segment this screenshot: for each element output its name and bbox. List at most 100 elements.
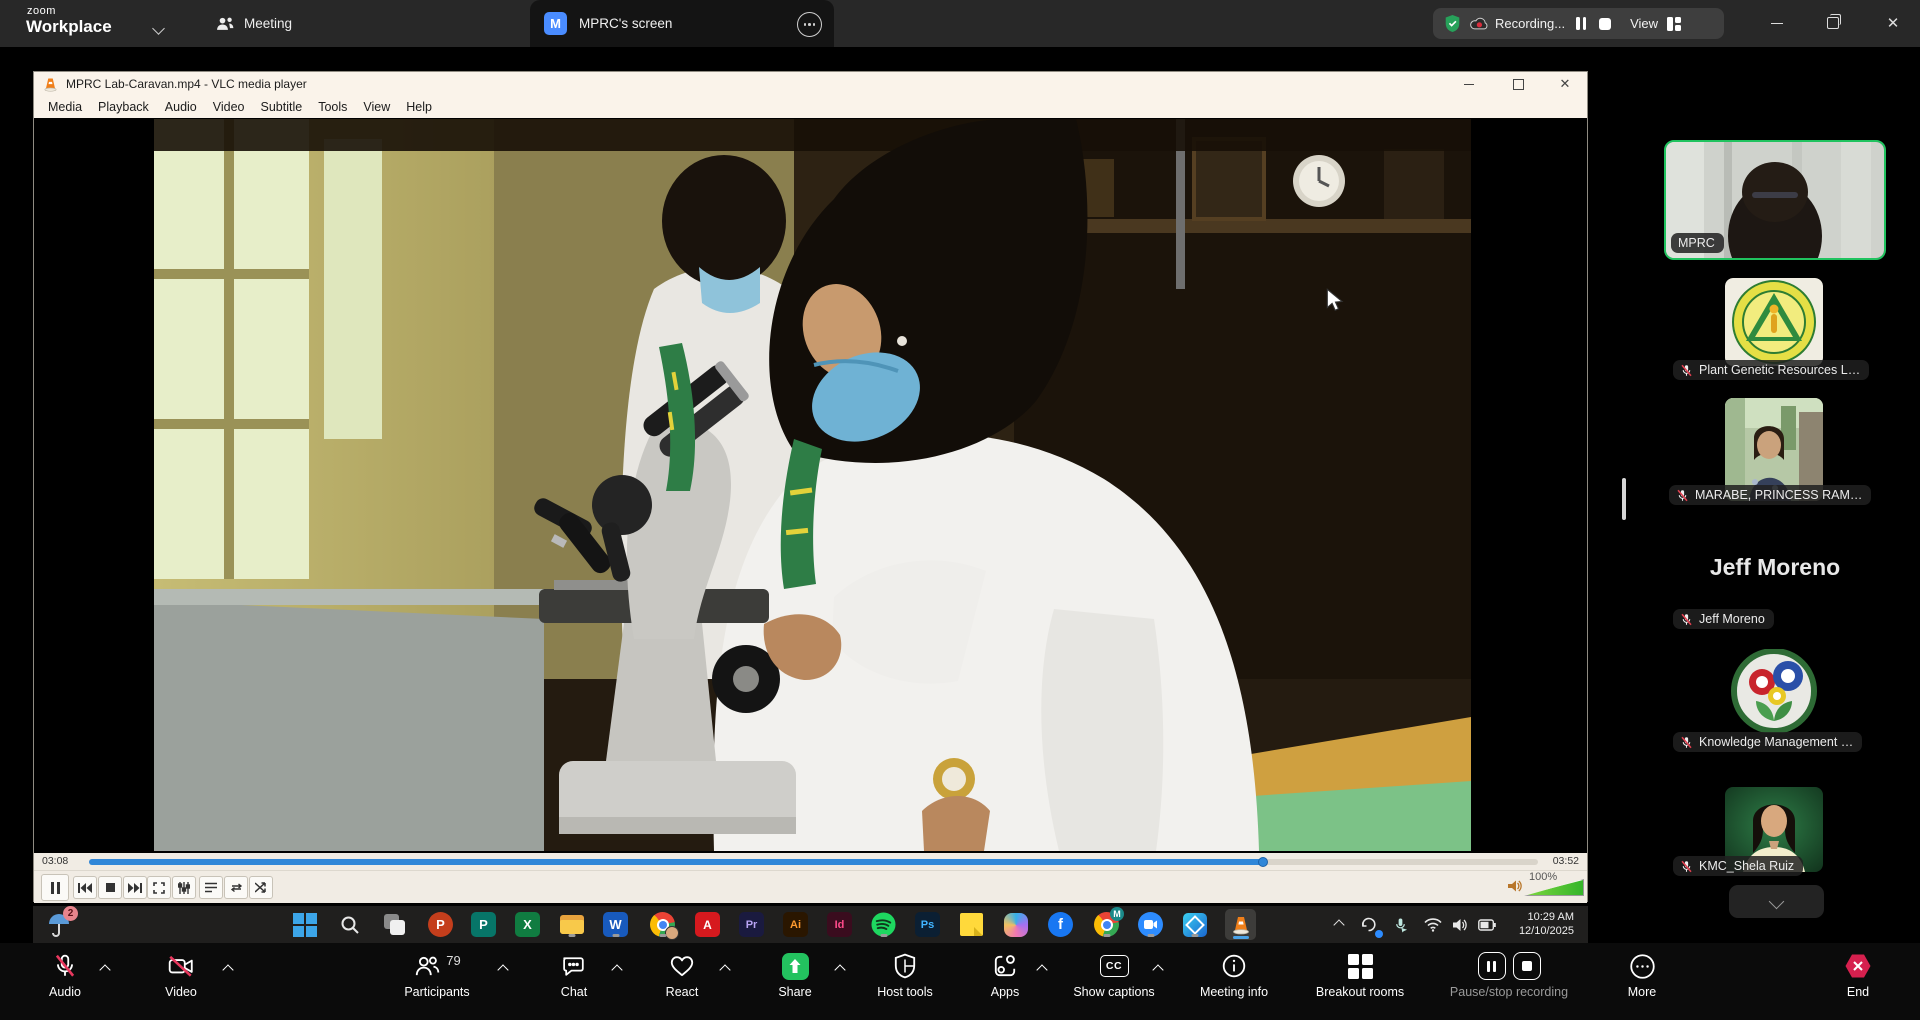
spotify-icon[interactable] [870, 911, 897, 938]
mouse-cursor [1325, 288, 1345, 312]
workspace-menu-chevron[interactable] [154, 20, 163, 38]
video-options-chevron[interactable] [221, 963, 235, 977]
tab-meeting[interactable]: Meeting [205, 0, 302, 47]
task-view-icon[interactable] [381, 911, 408, 938]
vlc-title-bar[interactable]: MPRC Lab-Caravan.mp4 - VLC media player … [34, 72, 1587, 96]
recording-pause-button[interactable] [1576, 17, 1586, 30]
premiere-icon[interactable]: Pr [738, 911, 765, 938]
tab-options-button[interactable] [797, 12, 822, 37]
vlc-menu-help[interactable]: Help [398, 97, 440, 117]
stop-button[interactable] [98, 876, 122, 899]
seek-bar[interactable] [89, 859, 1538, 865]
sync-tray-icon[interactable] [1355, 911, 1382, 938]
tab-mprc-screen[interactable]: M MPRC's screen [530, 0, 834, 47]
security-shield-icon[interactable] [1444, 14, 1461, 33]
next-button[interactable] [123, 876, 147, 899]
notification-badge: 2 [63, 906, 78, 921]
chat-options-chevron[interactable] [610, 963, 624, 977]
end-meeting-button[interactable]: End [1808, 948, 1908, 999]
chat-button[interactable]: Chat [524, 948, 624, 999]
hidden-icons-chevron[interactable] [1325, 911, 1352, 938]
previous-button[interactable] [73, 876, 97, 899]
recording-stop-button[interactable] [1599, 18, 1611, 30]
photoshop-icon[interactable]: Ps [914, 911, 941, 938]
view-button-label[interactable]: View [1630, 16, 1658, 31]
avatar: M [544, 12, 567, 35]
excel-icon[interactable]: X [514, 911, 541, 938]
react-options-chevron[interactable] [718, 963, 732, 977]
vlc-close-button[interactable]: ✕ [1550, 75, 1580, 93]
meeting-toolbar: Audio Video 79 Participants [0, 943, 1920, 1020]
file-explorer-icon[interactable] [558, 911, 585, 938]
participant-tile-knowledge-management[interactable] [1725, 649, 1823, 733]
participant-name-pill[interactable]: Jeff Moreno [1673, 609, 1774, 629]
meeting-info-button[interactable]: Meeting info [1174, 948, 1294, 999]
microphone-tray-icon[interactable] [1387, 911, 1414, 938]
chat-icon [561, 948, 588, 984]
chrome-profile-icon[interactable]: M [1093, 911, 1120, 938]
publisher-icon[interactable]: P [470, 911, 497, 938]
breakout-rooms-button[interactable]: Breakout rooms [1290, 948, 1430, 999]
vlc-menu-view[interactable]: View [355, 97, 398, 117]
share-button[interactable]: Share [745, 948, 845, 999]
search-icon[interactable] [336, 911, 363, 938]
scroll-participants-down-button[interactable] [1729, 885, 1824, 918]
vlc-menu-tools[interactable]: Tools [310, 97, 355, 117]
seek-bar-knob[interactable] [1258, 857, 1268, 867]
zoom-app-icon[interactable] [1137, 911, 1164, 938]
powerpoint-icon[interactable]: P [427, 911, 454, 938]
facebook-icon[interactable]: f [1047, 911, 1074, 938]
participant-tile-plant-genetic[interactable] [1725, 278, 1823, 366]
host-tools-button[interactable]: Host tools [845, 948, 965, 999]
vlc-menu-media[interactable]: Media [40, 97, 90, 117]
vlc-menu-audio[interactable]: Audio [157, 97, 205, 117]
close-button[interactable]: ✕ [1877, 8, 1909, 38]
sticky-notes-icon[interactable] [958, 911, 985, 938]
pause-button[interactable] [41, 874, 69, 901]
stop-recording-button[interactable] [1513, 952, 1541, 980]
minimize-button[interactable] [1761, 8, 1793, 38]
participant-tile-mprc[interactable]: MPRC [1664, 140, 1886, 260]
loop-button[interactable] [224, 876, 248, 899]
view-layout-icon[interactable] [1666, 16, 1682, 32]
vlc-menu-video[interactable]: Video [205, 97, 253, 117]
acrobat-icon[interactable]: A [694, 911, 721, 938]
copilot-icon[interactable] [1002, 911, 1029, 938]
more-button[interactable]: More [1592, 948, 1692, 999]
chrome-icon[interactable] [649, 911, 676, 938]
start-button[interactable] [291, 911, 318, 938]
video-display-area[interactable] [34, 118, 1587, 853]
recording-pill: Recording... View [1433, 8, 1724, 39]
vlc-controls: 100% [34, 870, 1587, 903]
random-button[interactable] [249, 876, 273, 899]
participants-options-chevron[interactable] [496, 963, 510, 977]
vlc-menu-subtitle[interactable]: Subtitle [253, 97, 311, 117]
vlc-menu-playback[interactable]: Playback [90, 97, 157, 117]
audio-options-chevron[interactable] [98, 963, 112, 977]
shield-icon [893, 948, 917, 984]
illustrator-icon[interactable]: Ai [782, 911, 809, 938]
indesign-icon[interactable]: Id [826, 911, 853, 938]
sidebar-scrollbar[interactable] [1622, 478, 1626, 520]
restore-button[interactable] [1817, 8, 1849, 38]
vlc-taskbar-icon[interactable] [1225, 909, 1256, 940]
wifi-tray-icon[interactable] [1419, 911, 1446, 938]
pause-recording-button[interactable] [1478, 952, 1506, 980]
speaker-tray-icon[interactable] [1447, 911, 1474, 938]
battery-tray-icon[interactable] [1473, 911, 1500, 938]
fullscreen-button[interactable] [147, 876, 171, 899]
vlc-minimize-button[interactable] [1454, 75, 1484, 93]
captions-options-chevron[interactable] [1151, 963, 1165, 977]
video-button[interactable]: Video [131, 948, 231, 999]
umbrella-app-icon[interactable]: 2 [45, 911, 72, 938]
extended-settings-button[interactable] [172, 876, 196, 899]
vlc-restore-button[interactable] [1503, 75, 1533, 93]
apps-options-chevron[interactable] [1035, 963, 1049, 977]
photos-icon[interactable] [1181, 911, 1208, 938]
participants-icon [215, 15, 235, 33]
word-icon[interactable]: W [602, 911, 629, 938]
playlist-button[interactable] [199, 876, 223, 899]
participants-button[interactable]: 79 Participants [377, 948, 497, 999]
tray-clock[interactable]: 10:29 AM 12/10/2025 [1519, 910, 1574, 938]
react-button[interactable]: React [632, 948, 732, 999]
